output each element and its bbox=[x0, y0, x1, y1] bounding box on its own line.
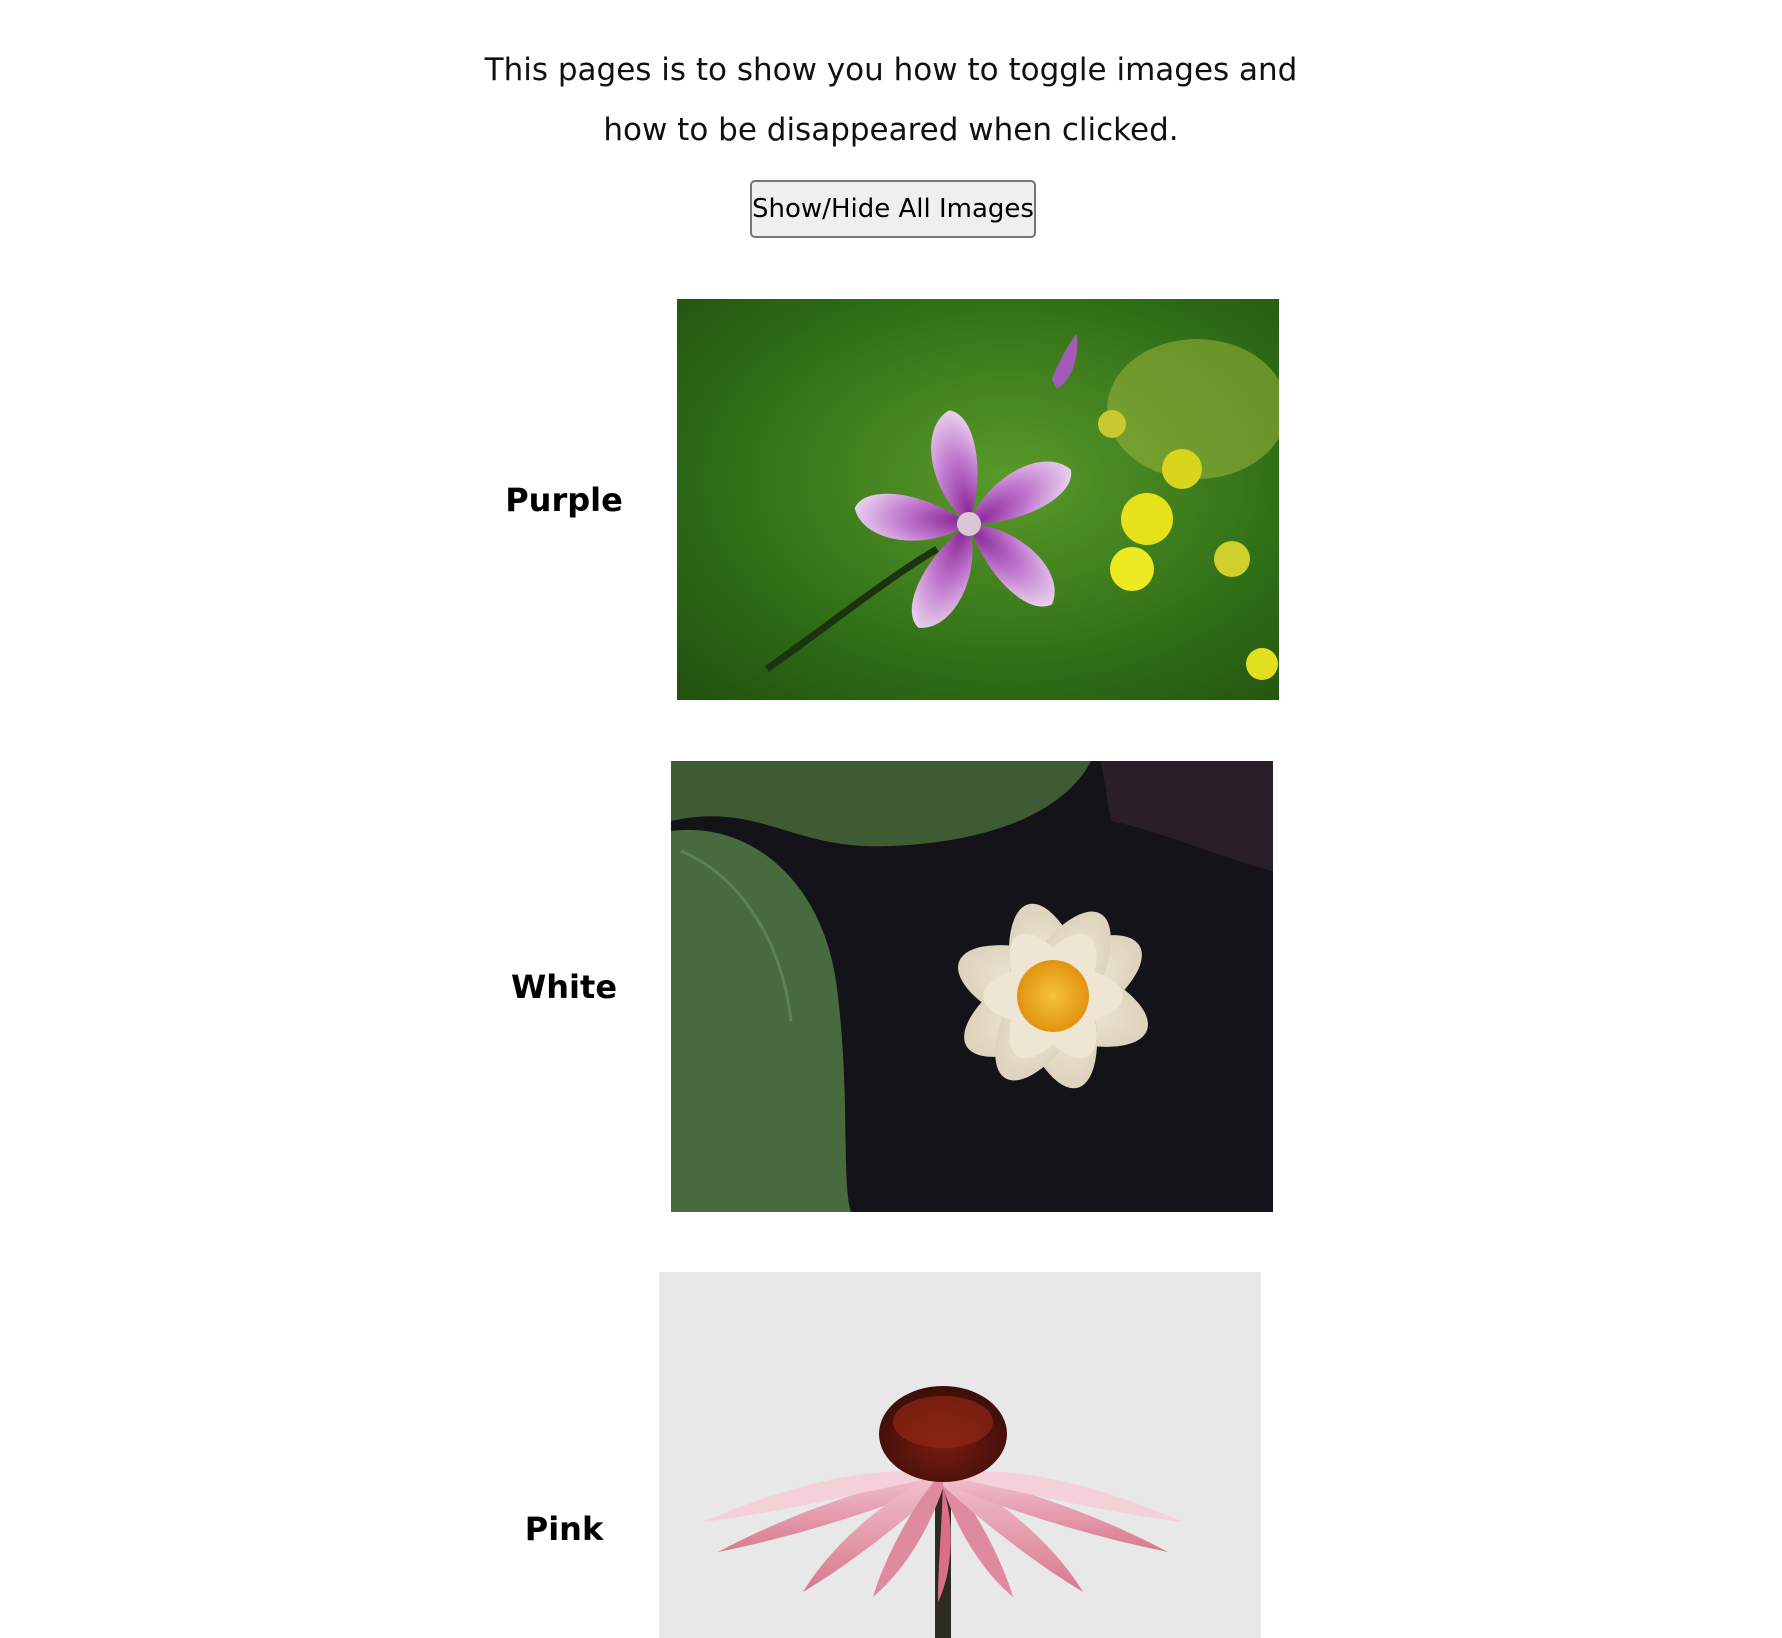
white-flower-image[interactable] bbox=[671, 761, 1273, 1212]
flower-label-pink: Pink bbox=[524, 1510, 604, 1548]
white-water-lily-icon bbox=[671, 761, 1273, 1212]
flower-label-white: White bbox=[510, 968, 618, 1006]
show-hide-all-images-button[interactable]: Show/Hide All Images bbox=[750, 180, 1036, 238]
intro-text: This pages is to show you how to toggle … bbox=[0, 40, 1782, 160]
purple-mallow-flower-icon bbox=[677, 299, 1279, 700]
pink-coneflower-icon bbox=[659, 1272, 1261, 1638]
purple-flower-image[interactable] bbox=[677, 299, 1279, 700]
flower-label-purple: Purple bbox=[505, 481, 623, 519]
pink-flower-image[interactable] bbox=[659, 1272, 1261, 1638]
intro-line-2: how to be disappeared when clicked. bbox=[603, 112, 1179, 148]
intro-line-1: This pages is to show you how to toggle … bbox=[484, 52, 1298, 88]
